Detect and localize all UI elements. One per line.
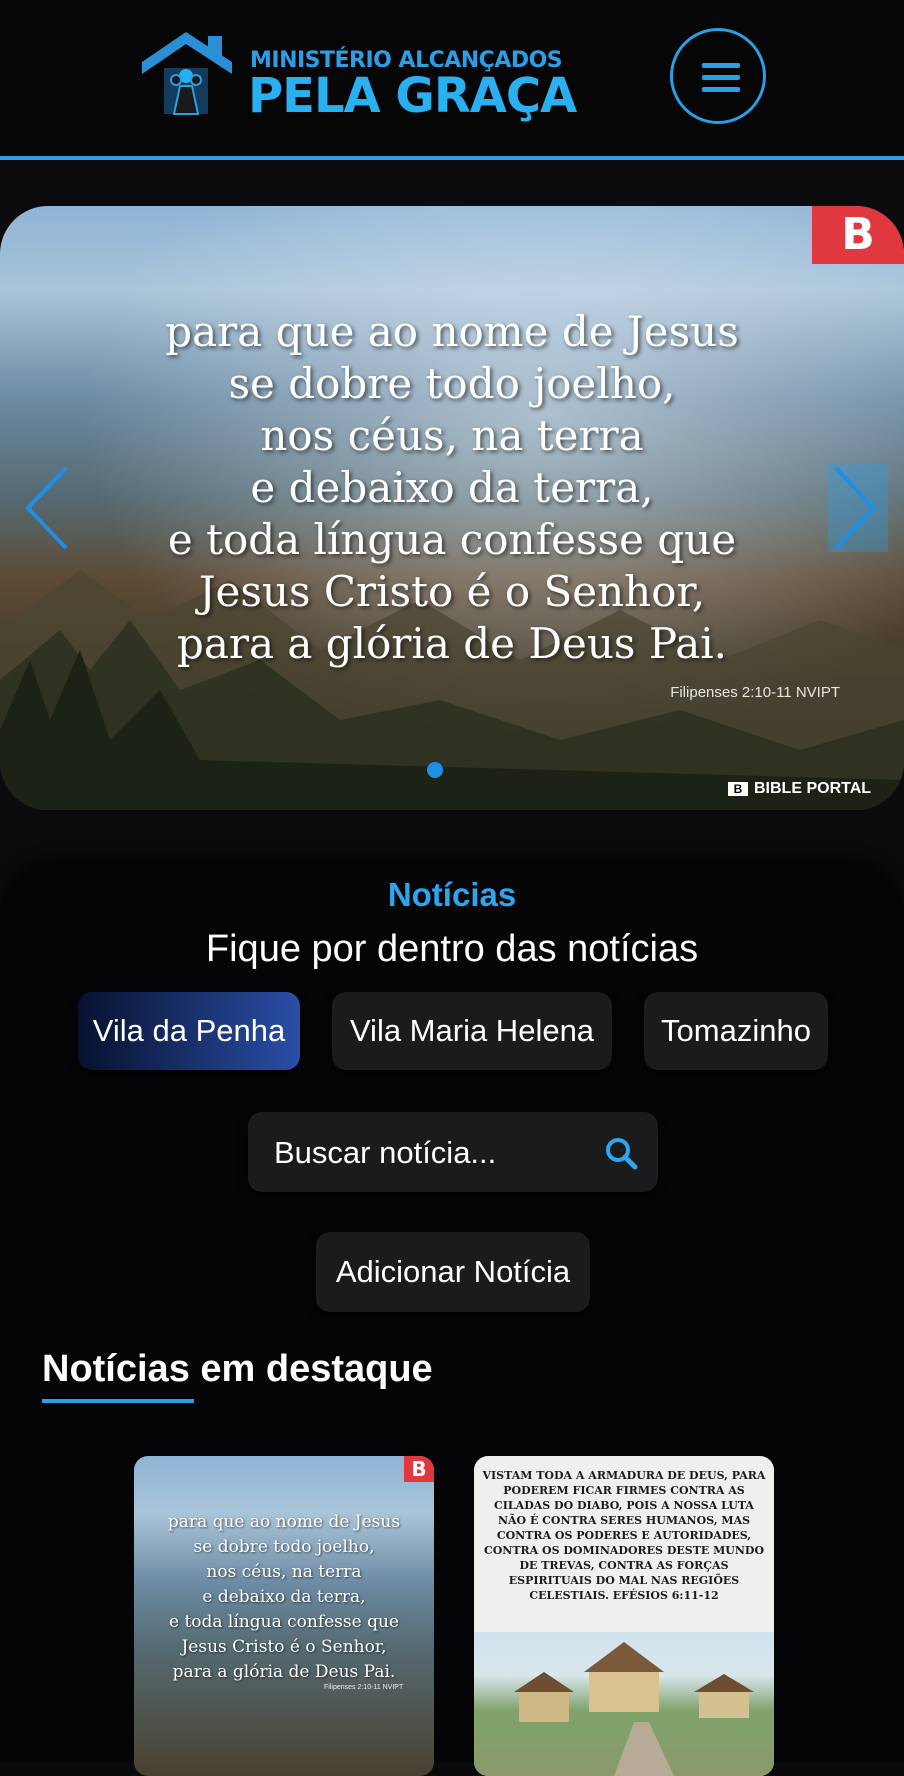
verse-line: Jesus Cristo é o Senhor, <box>198 567 706 616</box>
featured-heading-underline <box>42 1399 194 1403</box>
bible-portal-badge: B <box>404 1456 434 1482</box>
verse-line: e debaixo da terra, <box>250 463 654 512</box>
featured-news-heading: Notícias em destaque <box>42 1348 433 1391</box>
hamburger-line <box>702 75 740 80</box>
carousel-next-button[interactable] <box>828 464 888 552</box>
card-verse-line: se dobre todo joelho, <box>193 1537 375 1557</box>
ministry-logo[interactable]: MINISTÉRIO ALCANÇADOS PELA GRAÇA <box>134 28 577 124</box>
search-icon[interactable] <box>604 1136 638 1170</box>
card-verse-line: para que ao nome de Jesus <box>167 1512 401 1532</box>
filter-tomazinho[interactable]: Tomazinho <box>644 992 828 1070</box>
news-section-title: Notícias <box>387 876 517 913</box>
verse-line: e toda língua confesse que <box>167 515 737 564</box>
chevron-left-icon <box>25 466 68 550</box>
verse-carousel[interactable]: B para que ao nome de Jesus se dobre tod… <box>0 206 904 810</box>
carousel-indicator-dot[interactable] <box>427 762 443 778</box>
village-image <box>514 1642 754 1776</box>
verse-line: para que ao nome de Jesus <box>165 307 739 356</box>
verse-line: para a glória de Deus Pai. <box>176 619 728 668</box>
filter-vila-maria-helena[interactable]: Vila Maria Helena <box>332 992 612 1070</box>
card-verse-line: Jesus Cristo é o Senhor, <box>181 1637 387 1657</box>
news-section-subtitle: Fique por dentro das notícias <box>205 928 699 970</box>
hamburger-menu-icon <box>702 63 740 68</box>
add-news-button[interactable]: Adicionar Notícia <box>316 1232 590 1312</box>
card-verse-line: para a glória de Deus Pai. <box>172 1662 396 1682</box>
featured-heading-part-1: Notícias <box>42 1348 190 1390</box>
card-verse: para que ao nome de Jesus se dobre todo … <box>134 1510 434 1685</box>
news-section: Notícias Fique por dentro das notícias V… <box>0 862 904 1776</box>
card-verse-line: nos céus, na terra <box>206 1562 362 1582</box>
news-search-input[interactable] <box>272 1126 576 1180</box>
card-verse-text: Vistam toda a armadura de Deus, para pod… <box>482 1469 766 1602</box>
house-family-logo-icon <box>142 32 232 115</box>
filter-vila-da-penha[interactable]: Vila da Penha <box>78 992 300 1070</box>
card-verse-reference: Filipenses 2:10-11 NVIPT <box>324 1684 404 1691</box>
bible-portal-badge: B <box>812 206 904 264</box>
verse-line: nos céus, na terra <box>260 411 644 460</box>
carousel-prev-button[interactable] <box>20 464 80 552</box>
bible-portal-watermark: B BIBLE PORTAL <box>728 780 871 798</box>
featured-heading-part-2: em destaque <box>200 1348 433 1390</box>
verse-reference: Filipenses 2:10-11 NVIPT <box>670 684 840 701</box>
card-landscape-image <box>474 1632 774 1776</box>
hamburger-menu-button[interactable] <box>670 28 766 124</box>
news-search-box <box>248 1112 658 1192</box>
bible-portal-logo: B <box>728 782 748 796</box>
hamburger-line <box>702 87 740 92</box>
bible-portal-text: BIBLE PORTAL <box>754 780 872 797</box>
card-verse-line: e toda língua confesse que <box>168 1612 399 1632</box>
card-verse-line: e debaixo da terra, <box>202 1587 366 1607</box>
news-card[interactable]: Vistam toda a armadura de Deus, para pod… <box>474 1456 774 1776</box>
chevron-right-icon <box>834 466 877 550</box>
news-card[interactable]: B para que ao nome de Jesus se dobre tod… <box>134 1456 434 1776</box>
carousel-verse: para que ao nome de Jesus se dobre todo … <box>0 306 904 670</box>
logo-big-text: PELA GRAÇA <box>248 68 577 124</box>
site-header: MINISTÉRIO ALCANÇADOS PELA GRAÇA <box>0 0 904 160</box>
verse-line: se dobre todo joelho, <box>228 359 676 408</box>
